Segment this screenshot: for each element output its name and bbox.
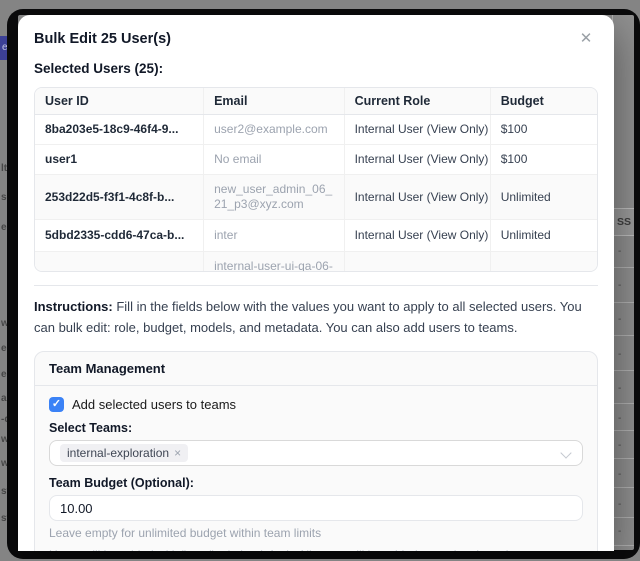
email-cell: new_user_admin_06_21_p3@xyz.com — [204, 175, 345, 220]
background-cell-dash: - — [618, 281, 621, 291]
column-header-budget: Budget — [490, 88, 597, 115]
budget-cell: Unlimited — [490, 175, 597, 220]
background-cell-dash: - — [618, 350, 621, 360]
user-id-cell — [35, 252, 204, 273]
team-management-header: Team Management — [35, 352, 597, 386]
user-id-cell: 253d22d5-f3f1-4c8f-b... — [35, 175, 204, 220]
background-cell-dash: - — [618, 384, 621, 394]
selected-users-table: User ID Email Current Role Budget 8ba203… — [35, 88, 597, 272]
selected-users-heading: Selected Users (25): — [34, 60, 598, 78]
background-cell-dash: - — [618, 247, 621, 257]
background-table-column: SS - - - - - - - - - - — [612, 15, 634, 550]
background-cell-dash: - — [618, 441, 621, 451]
instructions-label: Instructions: — [34, 299, 113, 314]
budget-cell: $100 — [490, 145, 597, 175]
remove-tag-icon[interactable]: × — [174, 446, 181, 460]
team-management-section: Team Management ✓ Add selected users to … — [34, 351, 598, 551]
close-icon[interactable]: ✕ — [574, 27, 598, 51]
budget-helper-text: Leave empty for unlimited budget within … — [49, 527, 583, 539]
checkbox-label: Add selected users to teams — [72, 397, 236, 412]
user-id-cell: 5dbd2335-cdd6-47ca-b... — [35, 220, 204, 252]
email-cell: user2@example.com — [204, 115, 345, 145]
role-cell: Internal User (View Only) — [344, 115, 490, 145]
table-row: 5dbd2335-cdd6-47ca-b... inter Internal U… — [35, 220, 597, 252]
column-header-user-id: User ID — [35, 88, 204, 115]
table-row: user1 No email Internal User (View Only)… — [35, 145, 597, 175]
budget-cell: Unlimited — [490, 220, 597, 252]
background-cell-dash: - — [618, 470, 621, 480]
add-users-to-teams-checkbox-row[interactable]: ✓ Add selected users to teams — [49, 396, 583, 412]
modal-title: Bulk Edit 25 User(s) — [34, 30, 171, 48]
email-cell: No email — [204, 145, 345, 175]
column-header-current-role: Current Role — [344, 88, 490, 115]
role-cell: Internal User (View Only) — [344, 145, 490, 175]
footer-note: Users will be added with "user" role by … — [49, 549, 583, 551]
team-budget-label: Team Budget (Optional): — [49, 477, 583, 490]
divider — [34, 285, 598, 286]
user-id-cell: 8ba203e5-18c9-46f4-9... — [35, 115, 204, 145]
background-cell-dash: - — [618, 414, 621, 424]
teams-multiselect[interactable]: internal-exploration× — [49, 440, 583, 466]
column-header-email: Email — [204, 88, 345, 115]
chevron-down-icon[interactable] — [560, 447, 571, 458]
table-row: 8ba203e5-18c9-46f4-9... user2@example.co… — [35, 115, 597, 145]
background-column-header: SS — [613, 208, 634, 236]
table-row: 253d22d5-f3f1-4c8f-b... new_user_admin_0… — [35, 175, 597, 220]
role-cell: Internal User (View Only) — [344, 220, 490, 252]
email-cell: inter — [204, 220, 345, 252]
table-row: internal-user-ui-qa-06-28- — [35, 252, 597, 273]
budget-cell: $100 — [490, 115, 597, 145]
select-teams-label: Select Teams: — [49, 422, 583, 435]
selected-team-tag: internal-exploration× — [60, 444, 188, 462]
checkbox-checked-icon[interactable]: ✓ — [49, 397, 64, 412]
team-budget-input[interactable] — [49, 495, 583, 521]
background-cell-dash: - — [618, 500, 621, 510]
user-id-cell: user1 — [35, 145, 204, 175]
background-cell-dash: - — [618, 527, 621, 537]
bulk-edit-modal: Bulk Edit 25 User(s) ✕ Selected Users (2… — [18, 15, 614, 551]
budget-cell — [490, 252, 597, 273]
role-cell: Internal User (View Only) — [344, 175, 490, 220]
background-cell-dash: - — [618, 315, 621, 325]
selected-users-table-scroll[interactable]: User ID Email Current Role Budget 8ba203… — [34, 87, 598, 272]
email-cell: internal-user-ui-qa-06-28- — [204, 252, 345, 273]
browser-window: SS - - - - - - - - - - Bulk Edit 25 — [7, 9, 640, 559]
role-cell — [344, 252, 490, 273]
instructions-text: Instructions: Fill in the fields below w… — [34, 296, 598, 338]
